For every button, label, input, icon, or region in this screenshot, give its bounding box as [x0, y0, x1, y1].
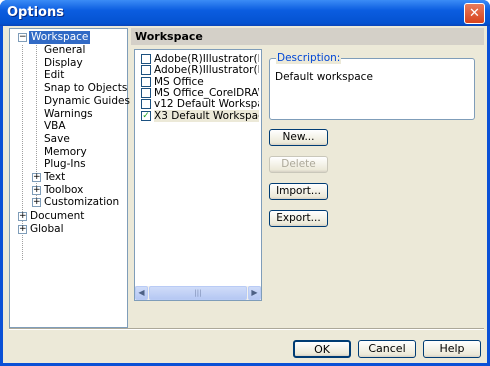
dialog-body: − Workspace General Display Edit Snap to Ob…	[3, 26, 487, 363]
tree-item-document[interactable]: Document	[30, 210, 84, 223]
workspace-panel: Workspace Adobe(R)Illustrator(R) Adobe(R)…	[131, 28, 484, 329]
workspace-item[interactable]: Adobe(R)Illustrator(R)	[154, 53, 259, 65]
tree-item-workspace[interactable]: Workspace	[29, 31, 91, 44]
close-icon: ✕	[469, 6, 480, 21]
options-dialog: Options ✕ − Workspace General Display Edit…	[0, 0, 490, 366]
tree-item-snap-to-objects[interactable]: Snap to Objects	[44, 82, 127, 95]
expand-icon[interactable]: +	[32, 173, 41, 182]
scroll-left-icon[interactable]: ◀	[135, 286, 148, 300]
expand-icon[interactable]: +	[32, 198, 41, 208]
tree-item-vba[interactable]: VBA	[44, 120, 66, 133]
expand-icon[interactable]: +	[18, 224, 27, 234]
scroll-thumb[interactable]: |||	[149, 286, 247, 300]
options-tree[interactable]: − Workspace General Display Edit Snap to Ob…	[9, 28, 130, 328]
workspace-item[interactable]: v12 Default Workspace	[154, 98, 259, 110]
workspace-checkbox[interactable]	[141, 76, 151, 87]
new-button[interactable]: New...	[269, 129, 328, 146]
tree-item-text[interactable]: Text	[44, 171, 65, 184]
tree-item-customization[interactable]: Customization	[44, 196, 119, 209]
tree-item-save[interactable]: Save	[44, 133, 70, 146]
window-title: Options	[7, 5, 64, 20]
workspace-checkbox[interactable]: ✓	[141, 110, 151, 121]
title-bar[interactable]: Options ✕	[0, 0, 490, 26]
workspace-checkbox[interactable]	[141, 99, 151, 110]
workspace-item[interactable]: MS Office_CorelDRAW12	[154, 87, 259, 99]
workspace-item[interactable]: Adobe(R)Illustrator(R)_CorelDRAW	[154, 64, 259, 76]
expand-icon[interactable]: +	[18, 212, 27, 221]
ok-button[interactable]: OK	[293, 340, 351, 358]
tree-item-general[interactable]: General	[44, 44, 85, 57]
tree-item-toolbox[interactable]: Toolbox	[44, 184, 83, 197]
workspace-checkbox[interactable]	[141, 87, 151, 98]
tree-item-display[interactable]: Display	[44, 57, 83, 70]
workspace-item[interactable]: X3 Default Workspace	[154, 109, 259, 122]
description-text: Default workspace	[275, 71, 373, 83]
help-button[interactable]: Help	[423, 340, 481, 358]
workspace-item[interactable]: MS Office	[154, 76, 259, 88]
tree-item-plug-ins[interactable]: Plug-Ins	[44, 158, 86, 171]
description-group: Description: Default workspace	[269, 52, 475, 120]
workspace-checkbox[interactable]	[141, 54, 151, 64]
delete-button[interactable]: Delete	[269, 156, 328, 173]
cancel-button[interactable]: Cancel	[358, 340, 416, 358]
scroll-right-icon[interactable]: ▶	[248, 286, 261, 300]
close-button[interactable]: ✕	[464, 3, 485, 24]
description-label: Description:	[276, 52, 342, 64]
tree-item-edit[interactable]: Edit	[44, 69, 64, 82]
horizontal-scrollbar[interactable]: ◀ ||| ▶	[135, 286, 261, 300]
tree-item-dynamic-guides[interactable]: Dynamic Guides	[44, 95, 130, 108]
panel-heading: Workspace	[131, 28, 484, 45]
footer-divider	[9, 328, 484, 330]
tree-item-memory[interactable]: Memory	[44, 146, 87, 159]
expand-icon[interactable]: +	[32, 185, 41, 195]
workspace-list[interactable]: Adobe(R)Illustrator(R) Adobe(R)Illustrato…	[134, 49, 262, 301]
export-button[interactable]: Export...	[269, 210, 328, 227]
workspace-checkbox[interactable]	[141, 65, 151, 76]
tree-item-global[interactable]: Global	[30, 223, 64, 236]
tree-item-warnings[interactable]: Warnings	[44, 108, 93, 121]
import-button[interactable]: Import...	[269, 183, 328, 200]
collapse-icon[interactable]: −	[18, 33, 27, 42]
